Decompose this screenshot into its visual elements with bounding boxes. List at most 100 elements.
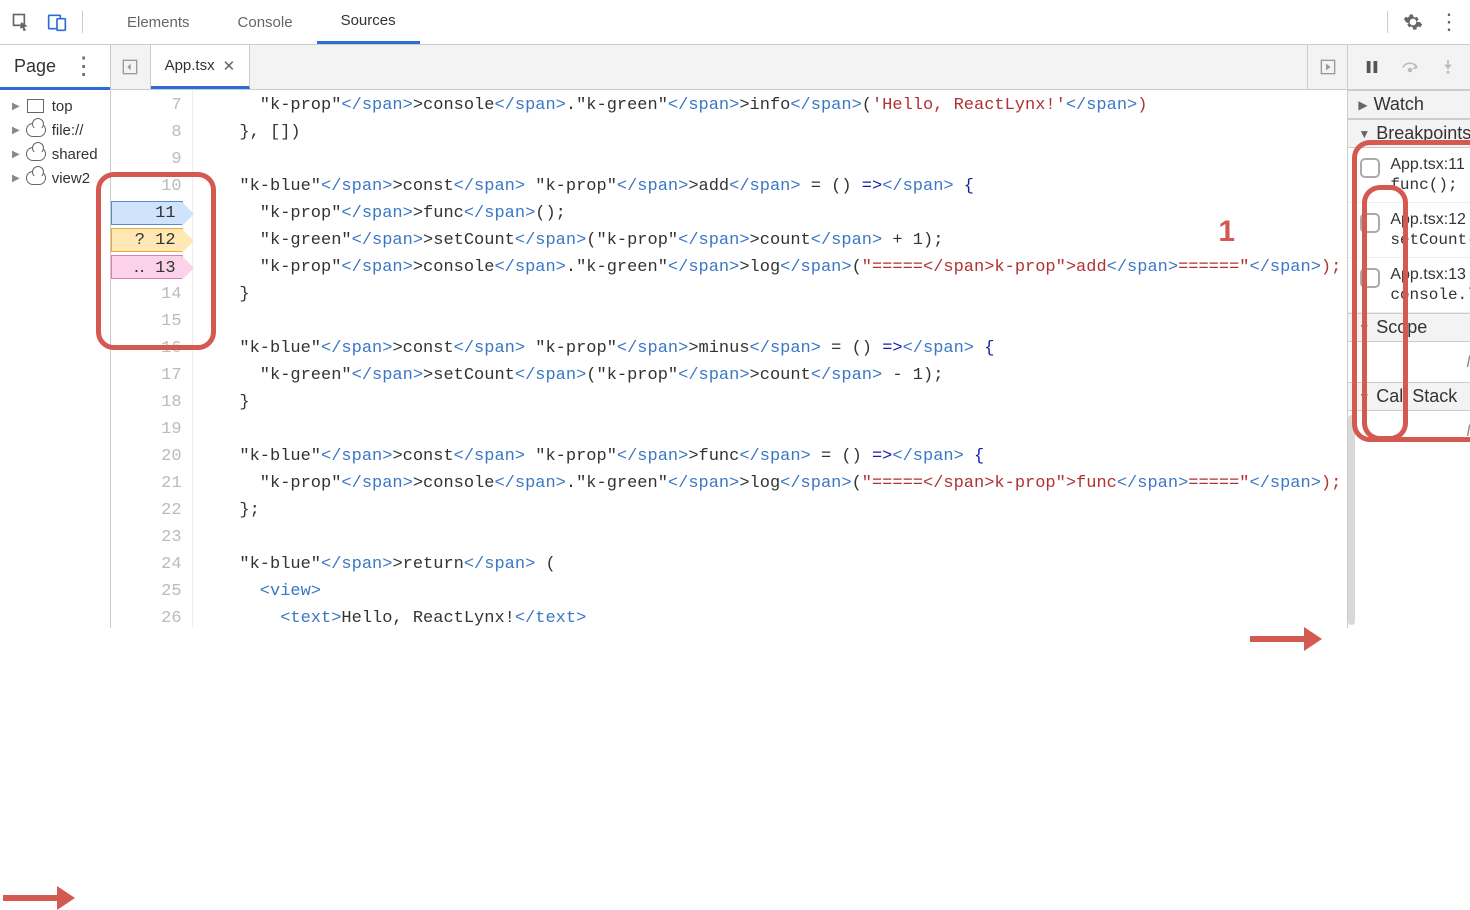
- debugger-sidebar: ▶ Watch ▼ Breakpoints App.tsx:11func();A…: [1348, 45, 1470, 628]
- debugger-toolbar: [1348, 45, 1470, 90]
- breakpoint-location: App.tsx:11: [1390, 156, 1464, 174]
- scope-section-header[interactable]: ▼ Scope: [1348, 313, 1470, 342]
- code-line[interactable]: [199, 416, 1342, 443]
- code-line[interactable]: [199, 146, 1342, 173]
- gutter-line[interactable]: 26: [113, 605, 182, 628]
- breakpoint-marker[interactable]: ‥ 13: [111, 255, 183, 279]
- more-icon[interactable]: ⋮: [1438, 11, 1460, 33]
- editor-run-icon[interactable]: [1307, 45, 1347, 89]
- tab-sources[interactable]: Sources: [317, 0, 420, 44]
- breakpoint-row[interactable]: App.tsx:11func();: [1348, 148, 1470, 203]
- breakpoint-row[interactable]: App.tsx:12 setCount(count + 1);: [1348, 203, 1470, 258]
- tree-item-top[interactable]: ▶top: [0, 94, 110, 118]
- code-line[interactable]: "k-prop"</span>>console</span>."k-green"…: [199, 470, 1342, 497]
- editor-panel: App.tsx ✕ 78910111112? 1213‥ 13141516171…: [111, 45, 1349, 628]
- gutter-line[interactable]: 8: [113, 119, 182, 146]
- editor-code[interactable]: "k-prop"</span>>console</span>."k-green"…: [193, 90, 1348, 628]
- breakpoint-location: App.tsx:13: [1390, 266, 1470, 284]
- frame-icon: [26, 97, 46, 115]
- code-line[interactable]: "k-blue"</span>>const</span> "k-prop"</s…: [199, 173, 1342, 200]
- gutter-line[interactable]: 18: [113, 389, 182, 416]
- inspect-icon[interactable]: [10, 11, 32, 33]
- breakpoint-marker[interactable]: ? 12: [111, 228, 183, 252]
- code-line[interactable]: "k-prop"</span>>func</span>();: [199, 200, 1342, 227]
- watch-section-header[interactable]: ▶ Watch: [1348, 90, 1470, 119]
- code-line[interactable]: <text>Hello, ReactLynx!</text>: [199, 605, 1342, 628]
- chevron-right-icon: ▶: [12, 173, 20, 184]
- breakpoint-checkbox[interactable]: [1360, 213, 1380, 233]
- gutter-line[interactable]: 25: [113, 578, 182, 605]
- close-icon[interactable]: ✕: [223, 57, 236, 75]
- pause-icon[interactable]: [1360, 55, 1384, 79]
- editor-gutter[interactable]: 78910111112? 1213‥ 131415161718192021222…: [111, 90, 193, 628]
- gutter-line[interactable]: 15: [113, 308, 182, 335]
- cloud-icon: [26, 121, 46, 139]
- tab-console[interactable]: Console: [214, 0, 317, 44]
- gutter-line[interactable]: 21: [113, 470, 182, 497]
- tree-item-label: shared: [52, 146, 98, 163]
- code-line[interactable]: "k-prop"</span>>console</span>."k-green"…: [199, 92, 1342, 119]
- breakpoints-list: App.tsx:11func(); App.tsx:12 setCount(coun…: [1348, 148, 1470, 313]
- chevron-right-icon: ▶: [12, 149, 20, 160]
- editor-nav-prev-icon[interactable]: [111, 45, 151, 89]
- gutter-line[interactable]: 7: [113, 92, 182, 119]
- gutter-line[interactable]: 19: [113, 416, 182, 443]
- code-line[interactable]: "k-green"</span>>setCount</span>("k-prop…: [199, 362, 1342, 389]
- device-toggle-icon[interactable]: [46, 11, 68, 33]
- callstack-label: Call Stack: [1376, 386, 1457, 407]
- callstack-section-header[interactable]: ▼ Call Stack: [1348, 382, 1470, 411]
- navigator-title: Page: [14, 56, 56, 77]
- gutter-line[interactable]: 23: [113, 524, 182, 551]
- navigator-more-icon[interactable]: ⋮: [72, 52, 96, 81]
- code-line[interactable]: }, []): [199, 119, 1342, 146]
- code-line[interactable]: "k-prop"</span>>console</span>."k-green"…: [199, 254, 1342, 281]
- tree-item-view2[interactable]: ▶ view2: [0, 166, 110, 190]
- gutter-line[interactable]: 14: [113, 281, 182, 308]
- code-line[interactable]: }: [199, 389, 1342, 416]
- gutter-line[interactable]: 17: [113, 362, 182, 389]
- file-tab-label: App.tsx: [165, 57, 215, 74]
- breakpoint-row[interactable]: App.tsx:13 console.log("=====add======…: [1348, 258, 1470, 313]
- gutter-line[interactable]: 24: [113, 551, 182, 578]
- cloud-icon: [26, 169, 46, 187]
- breakpoints-section-header[interactable]: ▼ Breakpoints: [1348, 119, 1470, 148]
- navigator-header[interactable]: Page ⋮: [0, 45, 110, 90]
- chevron-right-icon: ▶: [12, 125, 20, 136]
- tab-elements[interactable]: Elements: [103, 0, 214, 44]
- code-line[interactable]: <view>: [199, 578, 1342, 605]
- chevron-right-icon: ▶: [12, 101, 20, 112]
- breakpoint-marker[interactable]: 11: [111, 201, 183, 225]
- tree-item-shared[interactable]: ▶ shared: [0, 142, 110, 166]
- chevron-down-icon: ▼: [1358, 321, 1370, 335]
- code-line[interactable]: "k-blue"</span>>const</span> "k-prop"</s…: [199, 443, 1342, 470]
- code-line[interactable]: };: [199, 497, 1342, 524]
- scope-body: Not paused: [1348, 342, 1470, 382]
- code-line[interactable]: [199, 524, 1342, 551]
- tree-item-label: view2: [52, 170, 90, 187]
- chevron-down-icon: ▼: [1358, 127, 1370, 141]
- gutter-line[interactable]: 10: [113, 173, 182, 200]
- tree-item-file[interactable]: ▶file://: [0, 118, 110, 142]
- breakpoint-code: console.log("=====add======…: [1390, 286, 1470, 304]
- code-line[interactable]: "k-green"</span>>setCount</span>("k-prop…: [199, 227, 1342, 254]
- cloud-icon: [26, 145, 46, 163]
- gutter-line[interactable]: 16: [113, 335, 182, 362]
- file-tab-app-tsx[interactable]: App.tsx ✕: [151, 45, 251, 89]
- chevron-down-icon: ▼: [1358, 390, 1370, 404]
- gutter-line[interactable]: 9: [113, 146, 182, 173]
- breakpoint-code: setCount(count + 1);: [1390, 231, 1470, 249]
- code-line[interactable]: [199, 308, 1342, 335]
- gutter-line[interactable]: 20: [113, 443, 182, 470]
- code-line[interactable]: }: [199, 281, 1342, 308]
- breakpoint-location: App.tsx:12: [1390, 211, 1470, 229]
- breakpoint-checkbox[interactable]: [1360, 158, 1380, 178]
- step-into-icon[interactable]: [1436, 55, 1460, 79]
- watch-label: Watch: [1374, 94, 1424, 115]
- gutter-line[interactable]: 22: [113, 497, 182, 524]
- scope-label: Scope: [1376, 317, 1427, 338]
- breakpoint-checkbox[interactable]: [1360, 268, 1380, 288]
- step-over-icon[interactable]: [1398, 55, 1422, 79]
- settings-icon[interactable]: [1402, 11, 1424, 33]
- code-line[interactable]: "k-blue"</span>>return</span> (: [199, 551, 1342, 578]
- code-line[interactable]: "k-blue"</span>>const</span> "k-prop"</s…: [199, 335, 1342, 362]
